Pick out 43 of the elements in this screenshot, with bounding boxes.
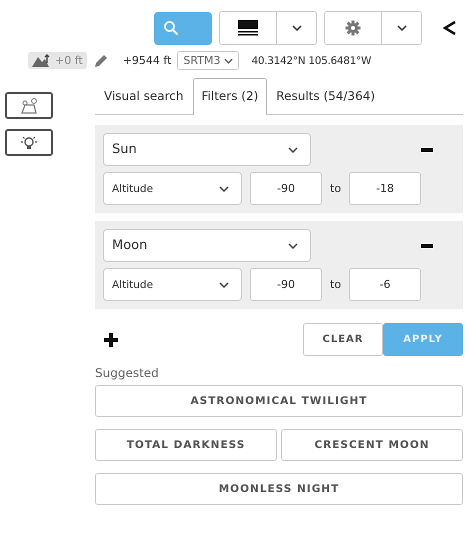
layers-icon	[238, 20, 258, 36]
lightbulb-icon	[20, 134, 38, 150]
minus-icon	[421, 148, 433, 152]
range-separator: to	[330, 182, 342, 195]
property-dropdown[interactable]: Altitude	[103, 172, 242, 205]
plus-icon	[104, 332, 118, 346]
suggestion-button[interactable]: CRESCENT MOON	[281, 429, 463, 461]
tab[interactable]: Visual search	[95, 78, 192, 115]
range-separator: to	[330, 278, 342, 291]
chevron-icon	[396, 25, 406, 31]
elevation-text: +9544 ft	[122, 54, 172, 67]
minus-icon	[421, 244, 433, 248]
tab[interactable]: Filters (2)	[192, 78, 268, 115]
property-dropdown[interactable]: Altitude	[103, 268, 242, 301]
clear-button[interactable]: CLEAR	[303, 323, 383, 356]
map-pin-icon	[20, 98, 38, 114]
suggestion-button[interactable]: TOTAL DARKNESS	[95, 429, 277, 461]
coordinates-text: 40.3142°N 105.6481°W	[251, 54, 372, 66]
max-input-field[interactable]: -18	[349, 172, 422, 205]
tab[interactable]: Results (54/364)	[267, 78, 384, 115]
search-icon	[163, 20, 179, 36]
chevron-icon	[219, 282, 229, 288]
chevron-icon	[224, 58, 234, 64]
idea-tool-button[interactable]	[4, 129, 52, 156]
suggestion-button[interactable]: MOONLESS NIGHT	[95, 473, 463, 505]
min-input-field[interactable]: -90	[250, 268, 322, 301]
suggestion-button[interactable]: ASTRONOMICAL TWILIGHT	[95, 385, 463, 417]
min-input-field[interactable]: -90	[250, 172, 322, 205]
chevron-icon	[288, 146, 298, 152]
body-dropdown[interactable]: Moon	[103, 229, 311, 262]
map-tool-button[interactable]	[4, 92, 52, 119]
chevron-icon	[219, 186, 229, 192]
settings-icon	[345, 20, 361, 36]
source-dropdown[interactable]: SRTM3	[177, 51, 240, 70]
settings-button[interactable]	[324, 11, 382, 45]
chevron-icon	[288, 242, 298, 248]
body-dropdown[interactable]: Sun	[103, 133, 311, 166]
section-label: Suggested	[95, 366, 160, 380]
mountain-icon	[32, 54, 52, 67]
pencil-icon[interactable]	[92, 52, 109, 68]
layers-button[interactable]	[219, 11, 277, 45]
chevron-icon	[292, 25, 302, 31]
max-input-field[interactable]: -6	[349, 268, 422, 301]
